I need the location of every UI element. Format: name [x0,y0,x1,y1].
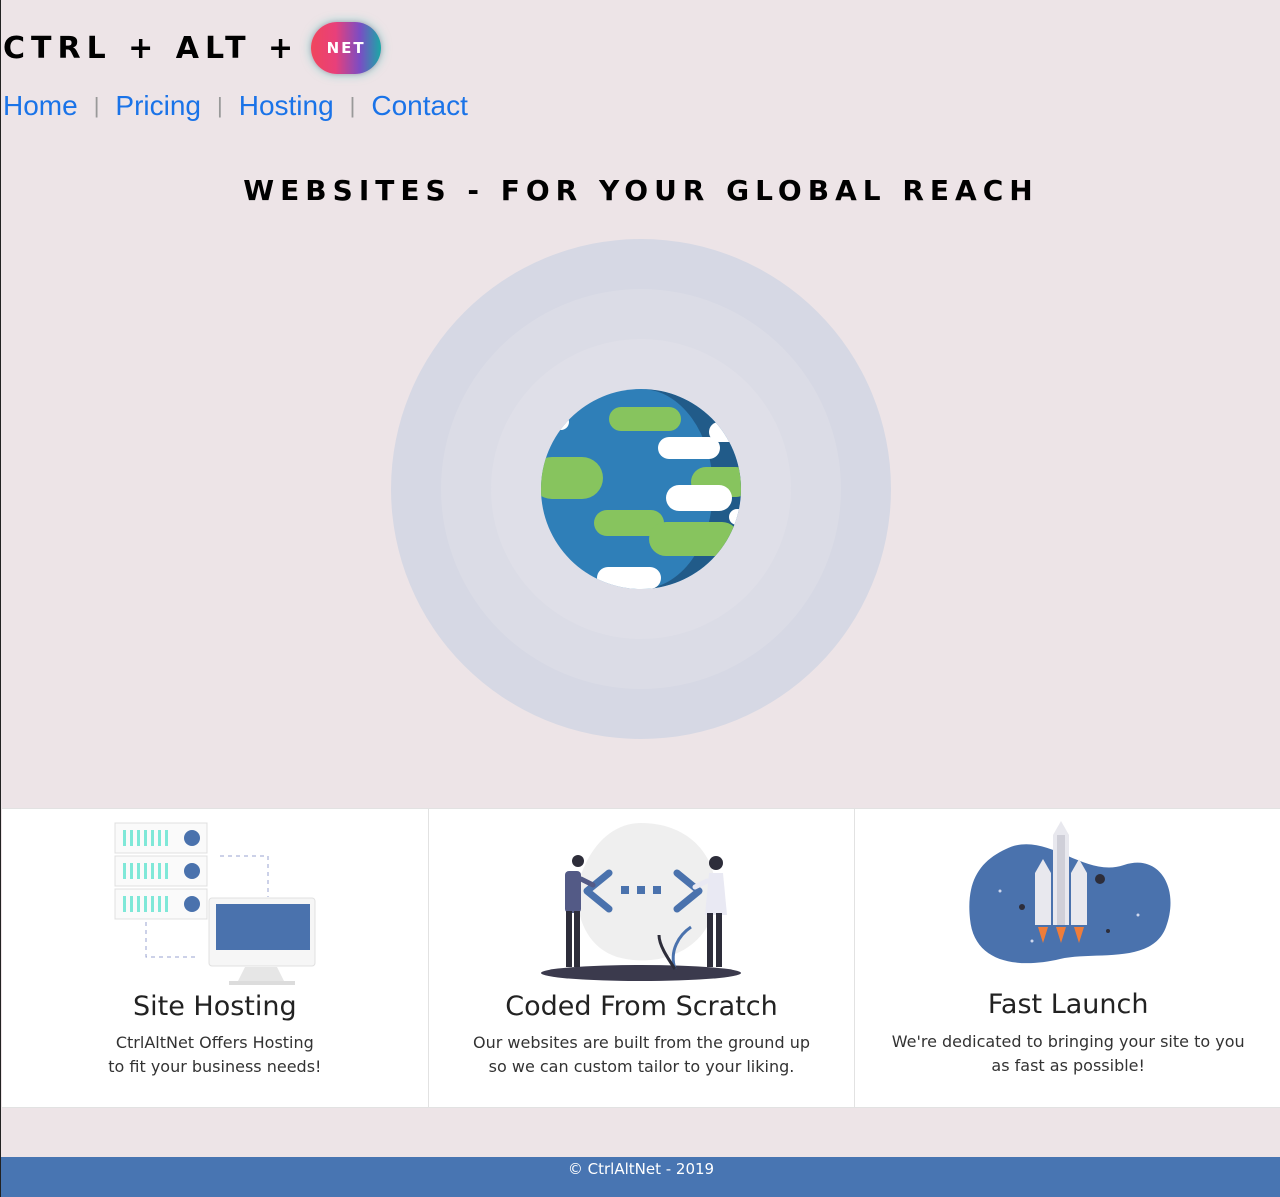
feature-description: We're dedicated to bringing your site to… [855,1030,1280,1078]
nav-link-contact[interactable]: Contact [371,90,468,122]
feature-description: Our websites are built from the ground u… [429,1031,855,1079]
feature-description-line: We're dedicated to bringing your site to… [891,1032,1245,1051]
feature-card-launch: Fast Launch We're dedicated to bringing … [855,809,1280,1107]
nav-separator: | [93,93,100,118]
net-badge: NET [311,22,382,74]
feature-description-line: to fit your business needs! [108,1057,322,1076]
globe-illustration [391,239,891,739]
feature-title: Fast Launch [987,989,1149,1020]
nav-separator: | [349,93,356,118]
code-collaboration-icon [429,819,855,989]
feature-card-coding: Coded From Scratch Our websites are buil… [429,809,856,1107]
feature-card-hosting: Site Hosting CtrlAltNet Offers Hosting t… [2,809,429,1107]
hero-title: WEBSITES - FOR YOUR GLOBAL REACH [243,174,1039,207]
nav-separator: | [217,93,223,118]
feature-description-line: CtrlAltNet Offers Hosting [115,1033,314,1052]
main-nav: Home | Pricing | Hosting | Contact [3,90,468,122]
rocket-icon [855,819,1280,989]
nav-link-home[interactable]: Home [3,90,78,122]
feature-title: Site Hosting [133,991,297,1022]
server-monitor-icon [2,819,428,989]
feature-description: CtrlAltNet Offers Hosting to fit your bu… [2,1031,428,1079]
feature-title: Coded From Scratch [505,991,778,1022]
feature-description-line: so we can custom tailor to your liking. [488,1057,795,1076]
brand-text: CTRL + ALT + [3,30,300,66]
feature-description-line: Our websites are built from the ground u… [473,1033,810,1052]
features-section: Site Hosting CtrlAltNet Offers Hosting t… [2,808,1280,1108]
feature-description-line: as fast as possible! [991,1056,1145,1075]
page-footer: © CtrlAltNet - 2019 [1,1157,1280,1197]
nav-link-pricing[interactable]: Pricing [115,90,201,122]
nav-link-hosting[interactable]: Hosting [239,90,334,122]
footer-copyright: © CtrlAltNet - 2019 [567,1160,715,1178]
globe-icon [391,239,891,739]
brand-logo[interactable]: CTRL + ALT + NET [3,22,382,74]
